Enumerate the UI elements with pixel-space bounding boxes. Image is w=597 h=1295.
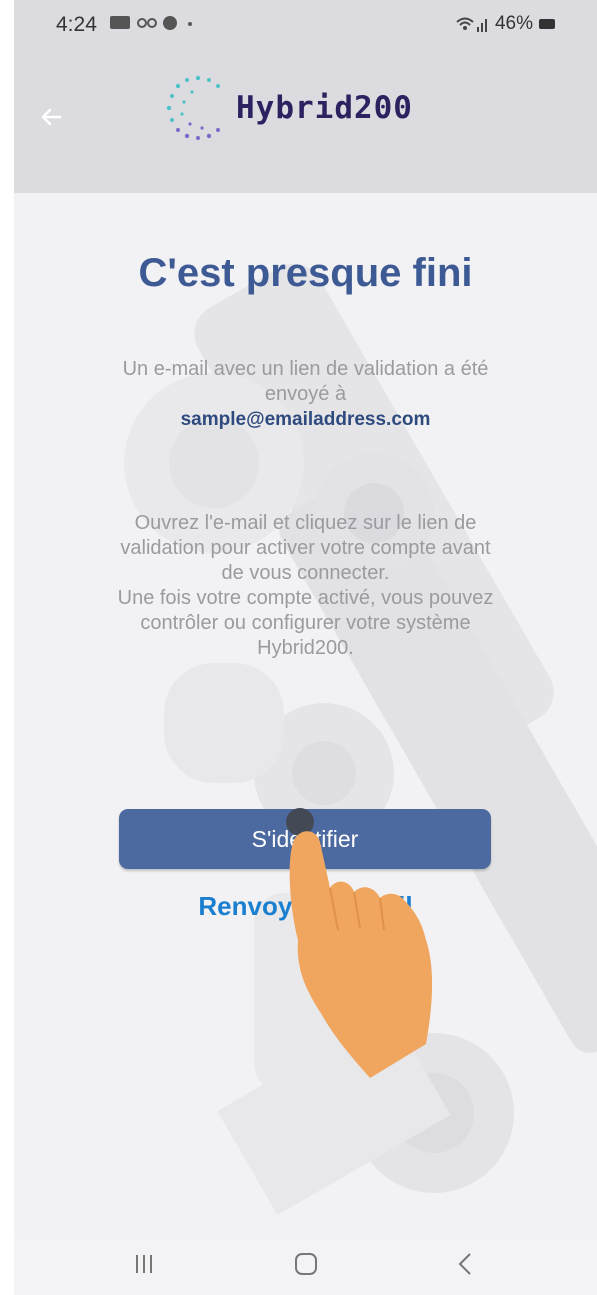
voicemail-icon-right xyxy=(147,18,157,28)
battery-percent: 46% xyxy=(494,13,533,34)
app-logo: Hybrid200 xyxy=(162,72,413,144)
instruction-line: Une fois votre compte activé, vous pouve… xyxy=(117,587,494,609)
instruction-line: contrôler ou configurer votre système xyxy=(140,612,471,634)
tap-hand-icon xyxy=(286,808,433,1078)
app-header: Hybrid200 xyxy=(14,50,597,193)
recent-apps-icon[interactable] xyxy=(124,1249,164,1279)
wifi-signal-icon xyxy=(456,17,487,32)
back-icon[interactable] xyxy=(446,1249,486,1279)
intro-line-1: Un e-mail avec un lien de validation a é… xyxy=(122,358,489,380)
instruction-line: validation pour activer votre compte ava… xyxy=(120,537,491,559)
battery-icon xyxy=(539,19,555,29)
instructions-text: Ouvrez l'e-mail et cliquez sur le lien d… xyxy=(72,511,539,661)
email-address: sample@emailaddress.com xyxy=(180,409,431,430)
status-time: 4:24 xyxy=(56,13,97,36)
logo-dots-icon xyxy=(166,75,220,140)
voicemail-card-icon xyxy=(110,16,130,29)
voicemail-icon-left xyxy=(137,18,147,28)
back-arrow-icon[interactable] xyxy=(36,102,66,132)
intro-line-2: envoyé à xyxy=(264,383,347,405)
system-navigation-bar xyxy=(14,1233,597,1295)
instruction-line: Ouvrez l'e-mail et cliquez sur le lien d… xyxy=(134,512,477,534)
instruction-line: de vous connecter. xyxy=(221,562,390,584)
app-screen: 4:24 46% Hybrid200 C'est presque fini Un… xyxy=(14,0,597,1295)
notification-icons xyxy=(108,13,196,39)
dot-icon xyxy=(188,22,192,26)
page-title: C'est presque fini xyxy=(138,251,473,295)
notification-icons-svg xyxy=(110,16,192,30)
home-icon[interactable] xyxy=(286,1249,326,1279)
status-bar: 4:24 46% xyxy=(14,0,597,50)
status-right: 46% xyxy=(455,13,555,35)
intro-text: Un e-mail avec un lien de validation a é… xyxy=(72,357,539,432)
instruction-line: Hybrid200. xyxy=(257,637,354,659)
chat-bubble-icon xyxy=(163,16,177,30)
app-name: Hybrid200 xyxy=(236,90,413,126)
